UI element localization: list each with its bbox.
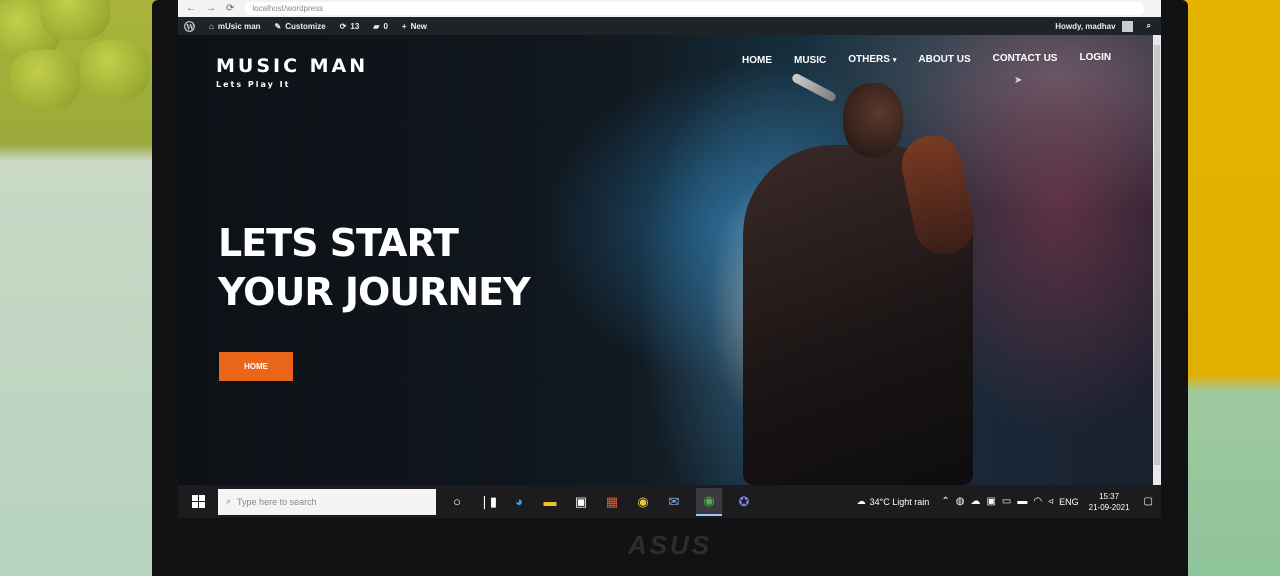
file-explorer-icon[interactable]: ▬ <box>541 493 559 511</box>
volume-icon[interactable]: ◃ <box>1048 496 1053 507</box>
windows-taskbar: ⌕ Type here to search ○ ❘▮ ◕ ▬ ▣ ▦ ◉ ✉ ◉… <box>178 485 1161 518</box>
clock-date: 21-09-2021 <box>1088 502 1130 512</box>
browser-toolbar: ← → ⟳ localhost/wordpress <box>178 0 1161 17</box>
wifi-icon[interactable]: ◠ <box>1033 496 1042 507</box>
office-icon[interactable]: ▦ <box>603 493 621 511</box>
start-button[interactable] <box>178 485 218 518</box>
windows-icon <box>191 495 205 508</box>
plus-icon: + <box>401 21 407 31</box>
wp-new[interactable]: + New <box>402 22 427 31</box>
wp-site-name[interactable]: ⌂ mUsic man <box>209 22 261 31</box>
nav-home[interactable]: HOME <box>742 55 772 66</box>
site-title: MUSIC MAN <box>216 55 369 77</box>
wp-admin-bar: W ⌂ mUsic man ✎ Customize ⟳ 13 ▰ 0 + New… <box>178 17 1161 35</box>
taskbar-search-placeholder: Type here to search <box>237 496 317 507</box>
site-logo[interactable]: MUSIC MAN Lets Play It <box>216 55 368 89</box>
wp-site-name-label: mUsic man <box>217 21 261 31</box>
microphone <box>790 72 838 103</box>
display-icon[interactable]: ▭ <box>1002 496 1011 507</box>
scrollbar-thumb[interactable] <box>1154 45 1160 465</box>
taskbar-apps: ○ ❘▮ ◕ ▬ ▣ ▦ ◉ ✉ ◉ ✪ <box>448 487 753 516</box>
site-tagline: Lets Play It <box>216 80 291 89</box>
battery-icon[interactable]: ▬ <box>1017 496 1027 507</box>
laptop-screen: ← → ⟳ localhost/wordpress W ⌂ mUsic man … <box>178 0 1161 518</box>
nav-music[interactable]: MUSIC <box>794 54 826 66</box>
sofa-tuft <box>80 40 150 100</box>
chevron-up-icon[interactable]: ⌃ <box>941 496 949 507</box>
network-app-icon[interactable]: ▣ <box>986 496 995 507</box>
wp-comments-count: 0 <box>383 21 388 31</box>
taskbar-clock[interactable]: 15:37 21-09-2021 <box>1089 491 1130 513</box>
hero-heading: LETS START YOUR JOURNEY <box>218 219 531 317</box>
taskbar-search-input[interactable]: ⌕ Type here to search <box>218 488 436 515</box>
forward-icon[interactable]: → <box>206 3 216 14</box>
wordpress-logo-icon[interactable]: W <box>184 20 195 32</box>
cortana-icon[interactable]: ○ <box>448 493 466 511</box>
nav-others-label: OTHERS <box>848 54 890 65</box>
language-indicator[interactable]: ENG <box>1059 497 1079 507</box>
notification-icon[interactable]: ▢ <box>1144 496 1153 507</box>
chrome-icon[interactable]: ◉ <box>696 487 722 516</box>
weather-widget[interactable]: ☁ 34°C Light rain <box>857 496 930 507</box>
singer-head <box>843 83 903 157</box>
clock-time: 15:37 <box>1099 491 1120 501</box>
task-view-icon[interactable]: ❘▮ <box>479 493 497 511</box>
nav-contact-us[interactable]: CONTACT US <box>993 51 1058 66</box>
nav-others[interactable]: OTHERS ▾ <box>848 53 896 66</box>
page-scrollbar[interactable] <box>1153 35 1161 485</box>
store-icon[interactable]: ▣ <box>572 493 590 511</box>
weather-text: 34°C Light rain <box>869 496 930 507</box>
chrome-canary-icon[interactable]: ◉ <box>634 493 652 511</box>
brush-icon: ✎ <box>274 21 282 31</box>
power-icon[interactable]: ◍ <box>956 496 965 507</box>
teams-icon[interactable]: ✪ <box>735 493 753 511</box>
sofa-tuft <box>40 0 110 40</box>
wp-updates-count: 13 <box>350 21 360 31</box>
comment-icon: ▰ <box>373 21 380 31</box>
mail-icon[interactable]: ✉ <box>665 493 683 511</box>
wp-new-label: New <box>410 21 428 31</box>
address-bar[interactable]: localhost/wordpress <box>244 2 1145 15</box>
back-icon[interactable]: ← <box>186 3 196 14</box>
dashboard-icon: ⌂ <box>209 21 214 31</box>
chevron-down-icon: ▾ <box>892 56 897 64</box>
nav-about-us[interactable]: ABOUT US <box>918 53 970 66</box>
search-icon[interactable]: ⌕ <box>1147 21 1151 31</box>
sofa-tuft <box>10 50 80 110</box>
laptop-logo: ASUS <box>627 530 713 560</box>
edge-icon[interactable]: ◕ <box>510 493 528 511</box>
onedrive-icon[interactable]: ☁ <box>970 496 980 507</box>
system-tray: ☁ 34°C Light rain ⌃ ◍ ☁ ▣ ▭ ▬ ◠ ◃ ENG 15… <box>857 491 1161 513</box>
wp-account-greeting[interactable]: Howdy, madhav <box>1055 22 1115 31</box>
search-icon: ⌕ <box>226 496 232 506</box>
wp-customize[interactable]: ✎ Customize <box>275 22 326 31</box>
wp-comments[interactable]: ▰ 0 <box>373 22 388 31</box>
hero-home-button[interactable]: HOME <box>219 352 293 381</box>
hero-section: MUSIC MAN Lets Play It HOME MUSIC OTHERS… <box>178 35 1161 485</box>
updates-icon: ⟳ <box>339 21 347 31</box>
hero-heading-line-2: YOUR JOURNEY <box>218 270 531 314</box>
main-navigation: HOME MUSIC OTHERS ▾ ABOUT US CONTACT US … <box>742 51 1111 66</box>
wp-customize-label: Customize <box>285 21 326 31</box>
reload-icon[interactable]: ⟳ <box>226 3 234 14</box>
avatar[interactable] <box>1121 20 1133 32</box>
background-sofa <box>0 0 160 576</box>
hero-heading-line-1: LETS START <box>218 221 459 265</box>
nav-login[interactable]: LOGIN <box>1079 49 1111 66</box>
mouse-pointer-icon: ➤ <box>1014 75 1023 86</box>
cloud-icon: ☁ <box>856 496 866 506</box>
svg-text:W: W <box>185 22 194 31</box>
wp-updates[interactable]: ⟳ 13 <box>340 22 360 31</box>
